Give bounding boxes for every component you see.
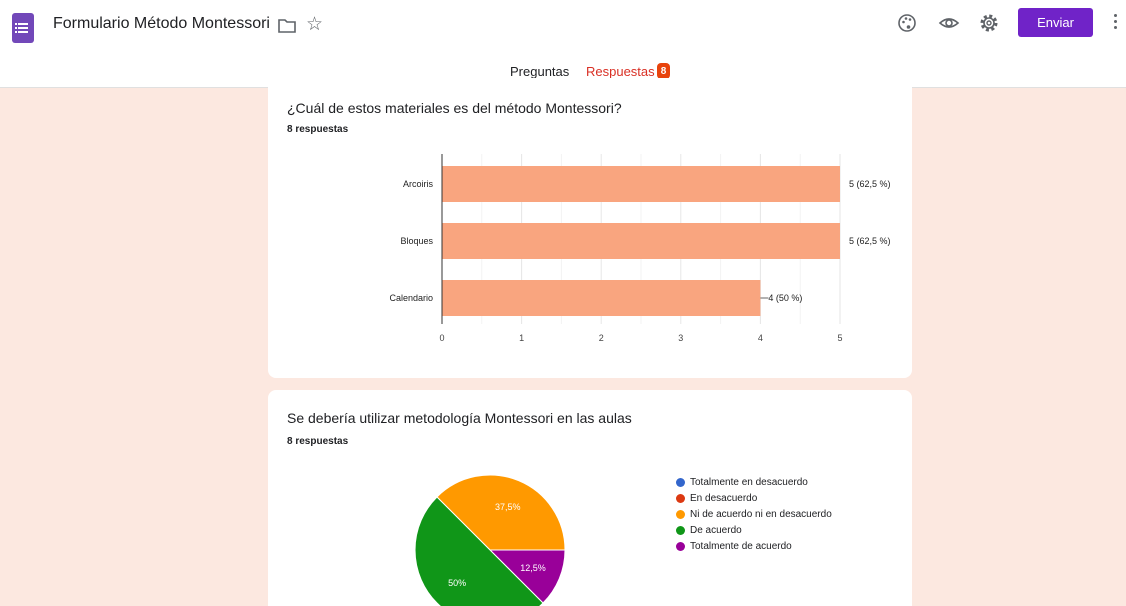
legend-item: Totalmente de acuerdo (676, 538, 832, 554)
pie-legend: Totalmente en desacuerdo En desacuerdo Ni … (676, 474, 832, 554)
legend-swatch (676, 509, 685, 519)
pie-chart: 12,5% 37,5% 50% (414, 474, 566, 606)
legend-label: En desacuerdo (690, 492, 758, 504)
legend-item: En desacuerdo (676, 490, 832, 506)
palette-icon[interactable] (896, 12, 918, 34)
more-vert-icon[interactable] (1114, 14, 1118, 32)
bar (442, 280, 761, 316)
tab-respuestas[interactable]: Respuestas (586, 64, 655, 79)
data-label: 5 (62,5 %) (849, 236, 891, 246)
question-title: Se debería utilizar metodología Montesso… (287, 410, 632, 426)
slice-label: 37,5% (495, 502, 521, 512)
category-label: Bloques (400, 236, 433, 246)
send-button[interactable]: Enviar (1018, 8, 1093, 37)
legend-item: Ni de acuerdo ni en desacuerdo (676, 506, 832, 522)
legend-item: Totalmente en desacuerdo (676, 474, 832, 490)
legend-swatch (676, 525, 685, 535)
x-tick-label: 5 (837, 333, 842, 343)
bar (442, 166, 840, 202)
legend-swatch (676, 541, 685, 551)
legend-label: Totalmente en desacuerdo (690, 476, 808, 488)
tab-preguntas[interactable]: Preguntas (510, 64, 569, 79)
x-tick-label: 3 (678, 333, 683, 343)
category-label: Calendario (389, 293, 433, 303)
folder-icon[interactable] (278, 19, 296, 33)
legend-label: De acuerdo (690, 524, 742, 536)
data-label: 5 (62,5 %) (849, 179, 891, 189)
responses-count-badge: 8 (657, 63, 670, 79)
slice-label: 50% (448, 578, 466, 588)
legend-swatch (676, 493, 685, 503)
eye-icon[interactable] (938, 12, 960, 34)
legend-item: De acuerdo (676, 522, 832, 538)
star-icon[interactable]: ☆ (306, 15, 323, 34)
legend-swatch (676, 477, 685, 487)
response-count: 8 respuestas (287, 436, 349, 447)
x-tick-label: 1 (519, 333, 524, 343)
forms-app-icon[interactable] (12, 13, 34, 43)
gear-icon[interactable] (978, 12, 1000, 34)
slice-label: 12,5% (520, 563, 546, 573)
x-tick-label: 0 (439, 333, 444, 343)
top-bar: Formulario Método Montessori ☆ Enviar Pr… (0, 0, 1126, 88)
x-tick-label: 4 (758, 333, 763, 343)
x-tick-label: 2 (599, 333, 604, 343)
legend-label: Ni de acuerdo ni en desacuerdo (690, 508, 832, 520)
data-label: 4 (50 %) (768, 293, 802, 303)
category-label: Arcoiris (403, 179, 434, 189)
bar-chart: 0 1 2 3 4 5 Arcoiris 5 (62,5 %) Bloques 5 (62,5 %… (389, 154, 891, 343)
document-title[interactable]: Formulario Método Montessori (53, 15, 270, 33)
question-card-materials: ¿Cuál de estos materiales es del método … (268, 78, 912, 378)
legend-label: Totalmente de acuerdo (690, 540, 792, 552)
bar (442, 223, 840, 259)
